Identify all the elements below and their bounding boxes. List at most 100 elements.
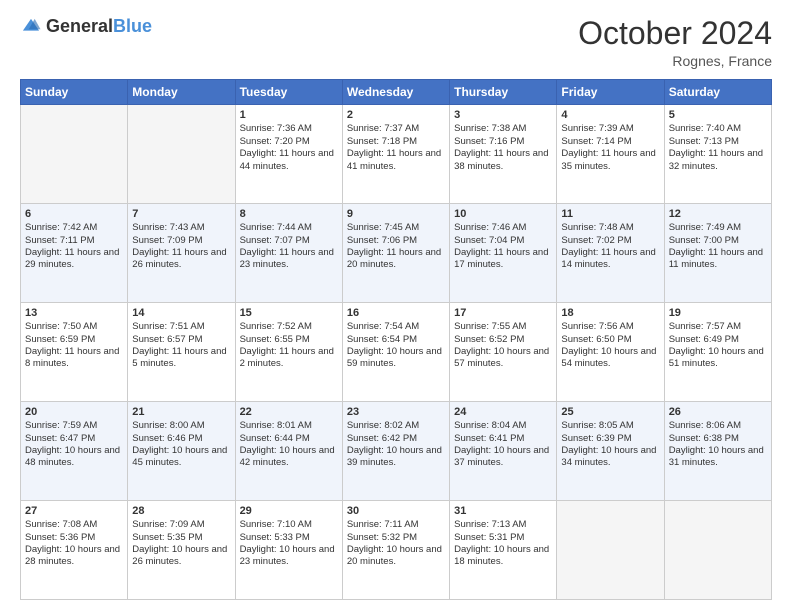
calendar-cell: 18Sunrise: 7:56 AMSunset: 6:50 PMDayligh…	[557, 303, 664, 402]
sunrise-text: Sunrise: 7:50 AM	[25, 321, 123, 333]
day-number: 11	[561, 207, 659, 221]
day-header-friday: Friday	[557, 80, 664, 105]
sunset-text: Sunset: 6:46 PM	[132, 433, 230, 445]
daylight-text: Daylight: 10 hours and 28 minutes.	[25, 544, 123, 569]
calendar-cell: 14Sunrise: 7:51 AMSunset: 6:57 PMDayligh…	[128, 303, 235, 402]
calendar-cell: 20Sunrise: 7:59 AMSunset: 6:47 PMDayligh…	[21, 402, 128, 501]
sunrise-text: Sunrise: 7:57 AM	[669, 321, 767, 333]
sunset-text: Sunset: 7:20 PM	[240, 136, 338, 148]
header: GeneralBlue October 2024 Rognes, France	[20, 16, 772, 69]
day-number: 29	[240, 504, 338, 518]
calendar-cell: 16Sunrise: 7:54 AMSunset: 6:54 PMDayligh…	[342, 303, 449, 402]
sunset-text: Sunset: 6:49 PM	[669, 334, 767, 346]
daylight-text: Daylight: 11 hours and 8 minutes.	[25, 346, 123, 371]
sunrise-text: Sunrise: 7:09 AM	[132, 519, 230, 531]
day-number: 4	[561, 108, 659, 122]
sunrise-text: Sunrise: 8:00 AM	[132, 420, 230, 432]
sunset-text: Sunset: 6:54 PM	[347, 334, 445, 346]
daylight-text: Daylight: 10 hours and 34 minutes.	[561, 445, 659, 470]
sunset-text: Sunset: 6:42 PM	[347, 433, 445, 445]
day-number: 20	[25, 405, 123, 419]
daylight-text: Daylight: 11 hours and 35 minutes.	[561, 148, 659, 173]
calendar-cell: 3Sunrise: 7:38 AMSunset: 7:16 PMDaylight…	[450, 105, 557, 204]
daylight-text: Daylight: 11 hours and 23 minutes.	[240, 247, 338, 272]
day-number: 31	[454, 504, 552, 518]
logo-icon	[20, 16, 42, 38]
sunrise-text: Sunrise: 7:44 AM	[240, 222, 338, 234]
calendar-table: SundayMondayTuesdayWednesdayThursdayFrid…	[20, 79, 772, 600]
daylight-text: Daylight: 10 hours and 42 minutes.	[240, 445, 338, 470]
day-number: 14	[132, 306, 230, 320]
calendar-cell: 27Sunrise: 7:08 AMSunset: 5:36 PMDayligh…	[21, 501, 128, 600]
sunrise-text: Sunrise: 7:39 AM	[561, 123, 659, 135]
day-number: 27	[25, 504, 123, 518]
calendar-cell: 9Sunrise: 7:45 AMSunset: 7:06 PMDaylight…	[342, 204, 449, 303]
calendar-cell: 21Sunrise: 8:00 AMSunset: 6:46 PMDayligh…	[128, 402, 235, 501]
calendar-cell: 11Sunrise: 7:48 AMSunset: 7:02 PMDayligh…	[557, 204, 664, 303]
day-number: 24	[454, 405, 552, 419]
title-section: October 2024 Rognes, France	[578, 16, 772, 69]
day-number: 19	[669, 306, 767, 320]
day-number: 22	[240, 405, 338, 419]
logo-blue: Blue	[113, 17, 152, 37]
daylight-text: Daylight: 11 hours and 20 minutes.	[347, 247, 445, 272]
sunset-text: Sunset: 7:11 PM	[25, 235, 123, 247]
sunrise-text: Sunrise: 7:40 AM	[669, 123, 767, 135]
calendar-cell: 23Sunrise: 8:02 AMSunset: 6:42 PMDayligh…	[342, 402, 449, 501]
sunset-text: Sunset: 5:32 PM	[347, 532, 445, 544]
calendar-cell: 10Sunrise: 7:46 AMSunset: 7:04 PMDayligh…	[450, 204, 557, 303]
sunset-text: Sunset: 7:14 PM	[561, 136, 659, 148]
sunset-text: Sunset: 7:18 PM	[347, 136, 445, 148]
day-number: 6	[25, 207, 123, 221]
daylight-text: Daylight: 11 hours and 14 minutes.	[561, 247, 659, 272]
daylight-text: Daylight: 10 hours and 39 minutes.	[347, 445, 445, 470]
daylight-text: Daylight: 11 hours and 41 minutes.	[347, 148, 445, 173]
day-header-saturday: Saturday	[664, 80, 771, 105]
calendar-cell: 24Sunrise: 8:04 AMSunset: 6:41 PMDayligh…	[450, 402, 557, 501]
day-header-thursday: Thursday	[450, 80, 557, 105]
day-header-monday: Monday	[128, 80, 235, 105]
day-number: 8	[240, 207, 338, 221]
day-number: 2	[347, 108, 445, 122]
sunrise-text: Sunrise: 7:08 AM	[25, 519, 123, 531]
calendar-cell: 15Sunrise: 7:52 AMSunset: 6:55 PMDayligh…	[235, 303, 342, 402]
daylight-text: Daylight: 10 hours and 31 minutes.	[669, 445, 767, 470]
sunrise-text: Sunrise: 7:55 AM	[454, 321, 552, 333]
sunrise-text: Sunrise: 8:05 AM	[561, 420, 659, 432]
sunrise-text: Sunrise: 7:13 AM	[454, 519, 552, 531]
daylight-text: Daylight: 11 hours and 29 minutes.	[25, 247, 123, 272]
calendar-cell: 25Sunrise: 8:05 AMSunset: 6:39 PMDayligh…	[557, 402, 664, 501]
daylight-text: Daylight: 10 hours and 23 minutes.	[240, 544, 338, 569]
sunset-text: Sunset: 7:13 PM	[669, 136, 767, 148]
sunrise-text: Sunrise: 8:01 AM	[240, 420, 338, 432]
calendar-week-row: 13Sunrise: 7:50 AMSunset: 6:59 PMDayligh…	[21, 303, 772, 402]
calendar-cell	[21, 105, 128, 204]
calendar-cell: 22Sunrise: 8:01 AMSunset: 6:44 PMDayligh…	[235, 402, 342, 501]
calendar-cell: 29Sunrise: 7:10 AMSunset: 5:33 PMDayligh…	[235, 501, 342, 600]
calendar-week-row: 27Sunrise: 7:08 AMSunset: 5:36 PMDayligh…	[21, 501, 772, 600]
sunset-text: Sunset: 5:36 PM	[25, 532, 123, 544]
sunrise-text: Sunrise: 7:59 AM	[25, 420, 123, 432]
daylight-text: Daylight: 10 hours and 57 minutes.	[454, 346, 552, 371]
calendar-cell: 1Sunrise: 7:36 AMSunset: 7:20 PMDaylight…	[235, 105, 342, 204]
day-number: 25	[561, 405, 659, 419]
sunset-text: Sunset: 6:38 PM	[669, 433, 767, 445]
day-number: 3	[454, 108, 552, 122]
daylight-text: Daylight: 11 hours and 17 minutes.	[454, 247, 552, 272]
daylight-text: Daylight: 10 hours and 45 minutes.	[132, 445, 230, 470]
calendar-cell	[557, 501, 664, 600]
calendar-cell: 4Sunrise: 7:39 AMSunset: 7:14 PMDaylight…	[557, 105, 664, 204]
logo: GeneralBlue	[20, 16, 152, 38]
daylight-text: Daylight: 10 hours and 18 minutes.	[454, 544, 552, 569]
daylight-text: Daylight: 10 hours and 37 minutes.	[454, 445, 552, 470]
sunrise-text: Sunrise: 7:10 AM	[240, 519, 338, 531]
day-header-wednesday: Wednesday	[342, 80, 449, 105]
day-number: 13	[25, 306, 123, 320]
sunset-text: Sunset: 7:06 PM	[347, 235, 445, 247]
calendar-week-row: 20Sunrise: 7:59 AMSunset: 6:47 PMDayligh…	[21, 402, 772, 501]
sunrise-text: Sunrise: 7:48 AM	[561, 222, 659, 234]
calendar-cell: 5Sunrise: 7:40 AMSunset: 7:13 PMDaylight…	[664, 105, 771, 204]
sunset-text: Sunset: 7:09 PM	[132, 235, 230, 247]
day-number: 28	[132, 504, 230, 518]
day-number: 5	[669, 108, 767, 122]
